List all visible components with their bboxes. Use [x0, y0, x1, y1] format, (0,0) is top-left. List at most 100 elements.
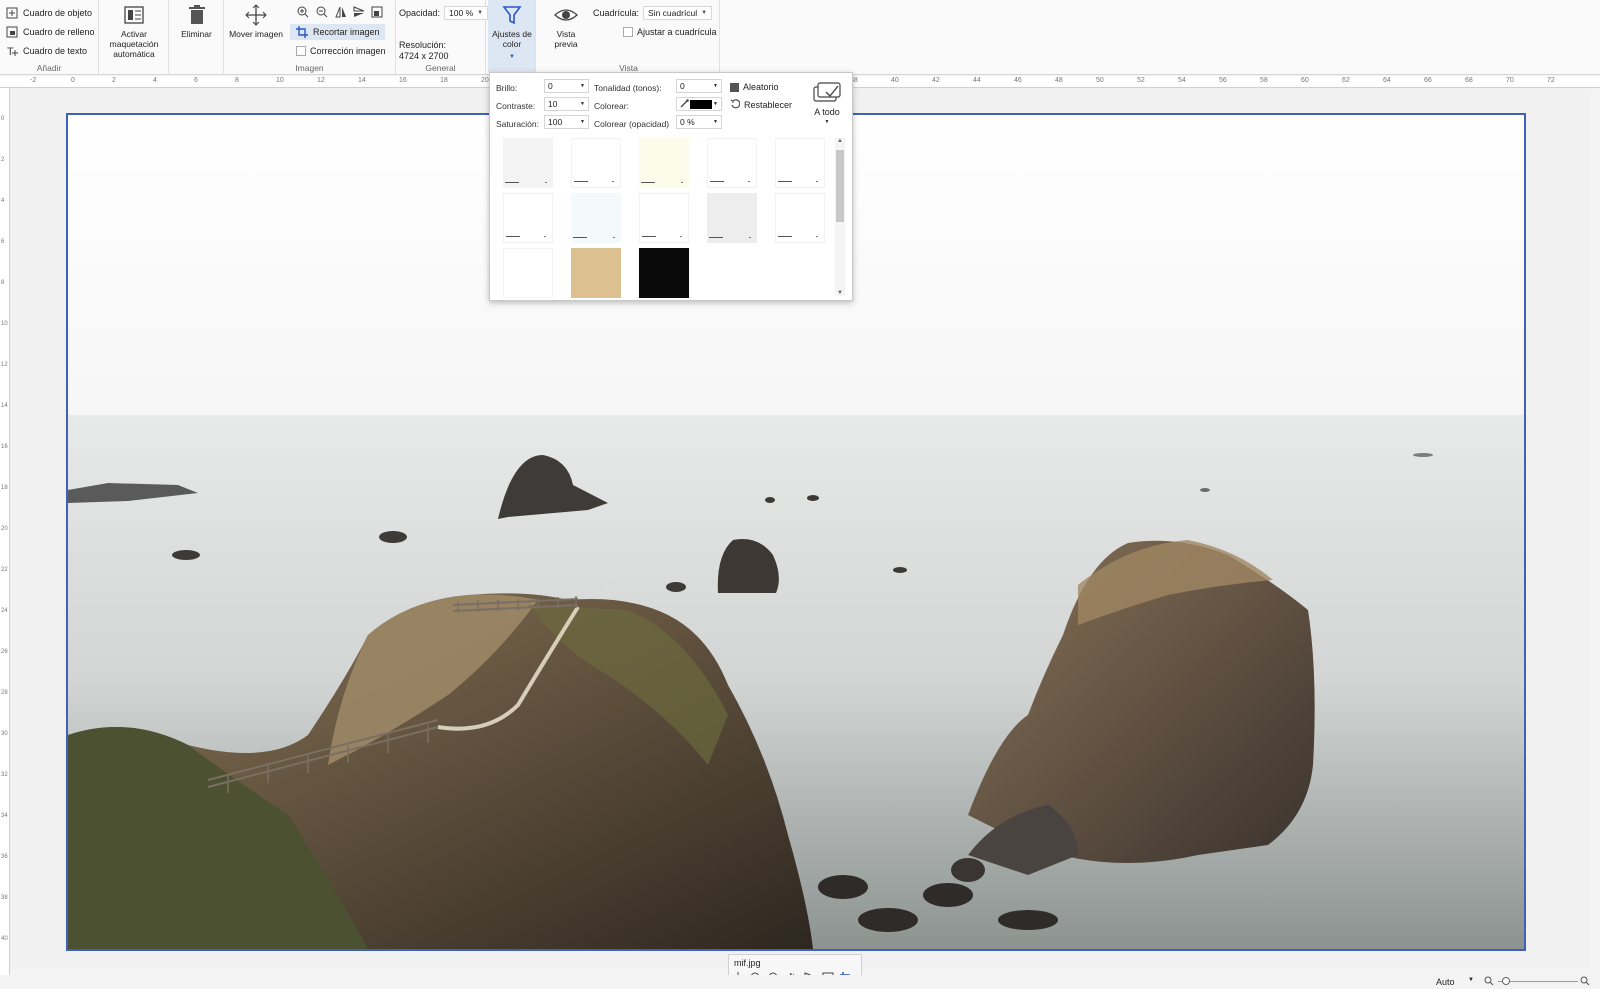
preview-button[interactable]: Vista previa	[542, 4, 590, 49]
preset-thumbnail[interactable]	[639, 193, 689, 243]
preset-thumbnail[interactable]	[571, 138, 621, 188]
ruler-tick-label: 54	[1178, 77, 1186, 84]
preset-thumbnail[interactable]	[707, 138, 757, 188]
preset-thumbnail[interactable]	[503, 138, 553, 188]
auto-layout-button[interactable]: Activar maquetación automática	[107, 4, 161, 59]
ruler-tick-label: 62	[1342, 77, 1350, 84]
ruler-tick-label: 18	[1, 485, 8, 491]
image-correction-checkbox[interactable]: Corrección imagen	[296, 43, 386, 59]
zoom-out-icon[interactable]	[1484, 976, 1494, 988]
apply-all-icon	[813, 82, 841, 102]
scroll-up-icon[interactable]: ▲	[835, 138, 845, 144]
colorear-swatch[interactable]	[690, 99, 713, 109]
add-fill-box-button[interactable]: Cuadro de relleno	[5, 24, 95, 40]
ruler-tick-label: 2	[112, 77, 116, 84]
zoom-out-icon[interactable]	[315, 5, 329, 19]
zoom-mode[interactable]: Auto	[1436, 977, 1455, 987]
brillo-label: Brillo:	[496, 83, 518, 93]
grid-value: Sin cuadrícul	[648, 8, 698, 18]
ruler-tick-label: 14	[1, 403, 8, 409]
zoom-slider-handle[interactable]	[1502, 977, 1510, 985]
preset-thumbnail[interactable]	[775, 138, 825, 188]
apply-all-button[interactable]: A todo ▼	[808, 81, 846, 125]
chevron-down-icon: ▼	[477, 10, 484, 16]
flip-vertical-icon[interactable]	[352, 5, 366, 19]
zoom-in-icon[interactable]	[296, 5, 310, 19]
group-imagen: Mover imagen Recortar imagen Corrección …	[224, 0, 396, 75]
snap-grid-check[interactable]	[623, 27, 633, 37]
ruler-tick-label: 64	[1383, 77, 1391, 84]
preset-thumbnail[interactable]	[775, 193, 825, 243]
apply-all-label: A todo	[814, 107, 840, 117]
add-text-box-button[interactable]: T Cuadro de texto	[5, 43, 87, 59]
chevron-down-icon[interactable]: ▼	[1468, 977, 1474, 983]
color-adjust-label-1: Ajustes de	[492, 29, 532, 39]
preview-label-1: Vista	[556, 29, 576, 39]
brillo-dropdown[interactable]: 0 ▼	[544, 79, 589, 93]
ruler-tick-label: 16	[399, 77, 407, 84]
preset-thumbnail[interactable]	[571, 193, 621, 243]
preview-label-2: previa	[554, 39, 578, 49]
snap-grid-checkbox[interactable]: Ajustar a cuadrícula	[623, 24, 717, 40]
preset-thumbnail[interactable]	[639, 248, 689, 298]
opacidad-dropdown[interactable]: 0 % ▼	[676, 115, 722, 129]
preset-thumbnail[interactable]	[503, 248, 553, 298]
fit-image-icon[interactable]	[370, 5, 384, 19]
group-label-imagen: Imagen	[295, 63, 324, 73]
chevron-down-icon: ▼	[580, 101, 585, 107]
color-adjust-button[interactable]: Ajustes de color ▼	[488, 0, 536, 72]
group-label-general: General	[425, 63, 456, 73]
aleatorio-check[interactable]	[730, 82, 739, 92]
ruler-tick-label: 4	[153, 77, 157, 84]
status-bar: Auto ▼	[0, 975, 1600, 989]
aleatorio-label: Aleatorio	[743, 82, 779, 92]
object-box-icon	[5, 6, 19, 20]
opacity-dropdown[interactable]: 100 % ▼	[444, 6, 489, 20]
zoom-in-icon[interactable]	[1580, 976, 1590, 988]
gallery-scrollbar[interactable]: ▲ ▼	[835, 138, 845, 296]
ruler-tick-label: 38	[1, 895, 8, 901]
colorear-label: Colorear:	[594, 101, 629, 111]
ruler-tick-label: 68	[1465, 77, 1473, 84]
opacity-control: Opacidad: 100 % ▼	[399, 5, 489, 21]
preset-thumbnail[interactable]	[707, 193, 757, 243]
ruler-tick-label: 42	[932, 77, 940, 84]
add-object-box-button[interactable]: Cuadro de objeto	[5, 5, 92, 21]
flip-horizontal-icon[interactable]	[334, 5, 348, 19]
preset-thumbnail[interactable]	[639, 138, 689, 188]
ruler-tick-label: -2	[30, 77, 37, 84]
ruler-tick-label: 12	[1, 362, 8, 368]
ruler-tick-label: 2	[1, 157, 5, 163]
grid-dropdown[interactable]: Sin cuadrícul ▼	[643, 6, 713, 20]
preset-thumbnail[interactable]	[571, 248, 621, 298]
contraste-dropdown[interactable]: 10 ▼	[544, 97, 589, 111]
tonalidad-dropdown[interactable]: 0 ▼	[676, 79, 722, 93]
colorear-picker[interactable]: ▼	[676, 97, 722, 111]
ruler-tick-label: 28	[1, 690, 8, 696]
image-correction-check[interactable]	[296, 46, 306, 56]
restablecer-button[interactable]: Restablecer	[730, 97, 792, 113]
ruler-tick-label: 8	[235, 77, 239, 84]
ruler-tick-label: 66	[1424, 77, 1432, 84]
opacity-value: 100 %	[449, 8, 474, 18]
ruler-tick-label: 10	[1, 321, 8, 327]
text-box-icon: T	[5, 44, 19, 58]
preset-thumbnail[interactable]	[503, 193, 553, 243]
saturacion-dropdown[interactable]: 100 ▼	[544, 115, 589, 129]
crop-image-button[interactable]: Recortar imagen	[290, 24, 385, 40]
delete-button[interactable]: Eliminar	[174, 4, 219, 39]
move-image-button[interactable]: Mover imagen	[226, 4, 286, 39]
aleatorio-checkbox[interactable]: Aleatorio	[730, 79, 779, 95]
scrollbar-thumb[interactable]	[836, 150, 844, 222]
contraste-value: 10	[548, 99, 558, 109]
eyedropper-icon[interactable]	[680, 98, 689, 110]
zoom-slider[interactable]	[1498, 981, 1578, 982]
move-icon	[245, 4, 267, 26]
eye-icon	[554, 9, 578, 21]
ruler-tick-label: 50	[1096, 77, 1104, 84]
ruler-tick-label: 12	[317, 77, 325, 84]
scroll-down-icon[interactable]: ▼	[835, 290, 845, 296]
crop-image-label: Recortar imagen	[313, 27, 380, 37]
chevron-down-icon: ▼	[713, 83, 718, 89]
file-name[interactable]: mif.jpg	[734, 958, 761, 968]
